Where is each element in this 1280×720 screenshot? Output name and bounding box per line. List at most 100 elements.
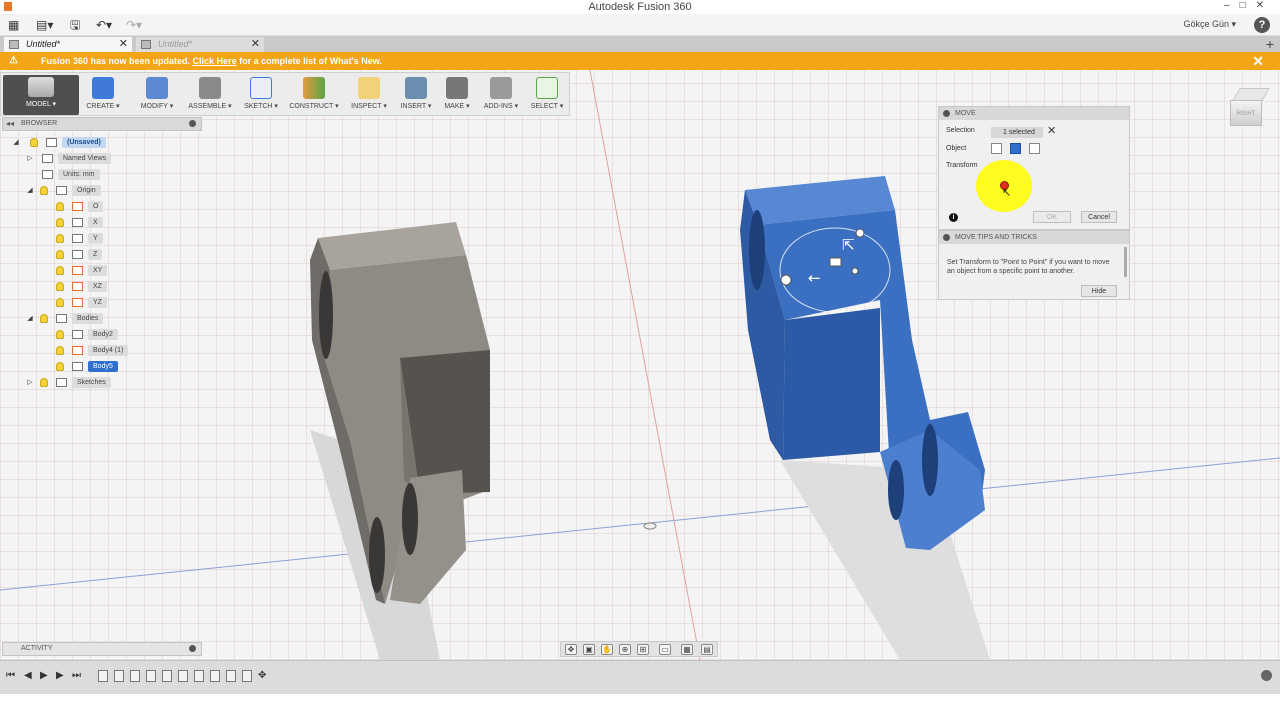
zoom-window-icon[interactable]: ⊞ <box>637 644 649 655</box>
visibility-bulb-icon[interactable] <box>56 266 64 275</box>
tree-body-item-selected[interactable]: Body5 <box>56 361 202 372</box>
expand-toggle-icon[interactable]: ▷ <box>26 377 34 388</box>
timeline-feature-icon[interactable] <box>194 670 204 682</box>
object-faces-icon[interactable] <box>1029 143 1040 154</box>
expand-toggle-icon[interactable]: ▷ <box>26 153 34 164</box>
move-dialog-header[interactable]: MOVE <box>939 107 1129 120</box>
info-icon[interactable]: i <box>949 213 958 222</box>
collapse-icon[interactable] <box>943 234 950 241</box>
user-account[interactable]: Gökçe Gün ▾ <box>1183 19 1236 30</box>
browser-panel-header[interactable]: ◂◂ BROWSER <box>2 117 202 131</box>
timeline-feature-icon[interactable] <box>114 670 124 682</box>
close-tab-icon[interactable]: ✕ <box>119 37 128 51</box>
collapse-icon[interactable] <box>943 110 950 117</box>
tips-scrollbar[interactable] <box>1124 247 1127 277</box>
tree-named-views[interactable]: ▷ Named Views <box>26 153 202 164</box>
visibility-bulb-icon[interactable] <box>56 250 64 259</box>
document-tab-active[interactable]: Untitled* ✕ <box>4 37 132 52</box>
visibility-bulb-icon[interactable] <box>56 330 64 339</box>
modify-menu[interactable]: MODIFY ▾ <box>135 75 179 115</box>
tree-sketches[interactable]: ▷ Sketches <box>26 377 202 388</box>
tree-origin-item[interactable]: Z <box>56 249 202 260</box>
tree-origin-item[interactable]: YZ <box>56 297 202 308</box>
tree-units[interactable]: Units: mm <box>26 169 202 180</box>
workspace-switcher[interactable]: MODEL ▾ <box>3 75 79 115</box>
zoom-icon[interactable]: ⊕ <box>619 644 631 655</box>
add-ins-menu[interactable]: ADD-INS ▾ <box>479 75 523 115</box>
whats-new-link[interactable]: Click Here <box>193 56 237 66</box>
grid-settings-icon[interactable]: ▦ <box>681 644 693 655</box>
document-tab-inactive[interactable]: Untitled* ✕ <box>136 37 264 52</box>
go-to-end-icon[interactable]: ⏭ <box>72 670 81 681</box>
tree-origin[interactable]: ◢ Origin <box>26 185 202 196</box>
visibility-bulb-icon[interactable] <box>56 234 64 243</box>
expand-toggle-icon[interactable]: ◢ <box>26 313 34 324</box>
visibility-bulb-icon[interactable] <box>56 202 64 211</box>
browser-options-icon[interactable] <box>189 120 196 127</box>
cancel-button[interactable]: Cancel <box>1081 211 1117 223</box>
step-forward-icon[interactable]: ▶ <box>56 670 64 681</box>
activity-options-icon[interactable] <box>189 645 196 652</box>
file-menu-icon[interactable]: ▤▾ <box>36 17 53 33</box>
timeline-feature-icon[interactable] <box>162 670 172 682</box>
step-back-icon[interactable]: ◀ <box>24 670 32 681</box>
visibility-bulb-icon[interactable] <box>56 362 64 371</box>
hide-button[interactable]: Hide <box>1081 285 1117 297</box>
undo-icon[interactable]: ↶▾ <box>96 17 112 33</box>
visibility-bulb-icon[interactable] <box>56 282 64 291</box>
tips-header[interactable]: MOVE TIPS AND TRICKS <box>939 231 1129 244</box>
visibility-bulb-icon[interactable] <box>40 378 48 387</box>
visibility-bulb-icon[interactable] <box>56 218 64 227</box>
app-grid-icon[interactable]: ▦ <box>8 17 19 33</box>
window-controls[interactable]: –□✕ <box>1224 0 1274 11</box>
select-menu[interactable]: SELECT ▾ <box>527 75 567 115</box>
construct-menu[interactable]: CONSTRUCT ▾ <box>287 75 341 115</box>
tree-origin-item[interactable]: X <box>56 217 202 228</box>
insert-menu[interactable]: INSERT ▾ <box>397 75 435 115</box>
close-tab-icon[interactable]: ✕ <box>251 37 260 51</box>
expand-toggle-icon[interactable]: ◢ <box>26 185 34 196</box>
new-tab-icon[interactable]: + <box>1266 36 1274 52</box>
orbit-icon[interactable]: ✥ <box>565 644 577 655</box>
timeline-feature-icon[interactable] <box>178 670 188 682</box>
save-icon[interactable]: 🖫 <box>70 17 80 33</box>
close-notification-icon[interactable]: ✕ <box>1252 52 1264 70</box>
make-menu[interactable]: MAKE ▾ <box>439 75 475 115</box>
grey-body[interactable] <box>310 222 490 604</box>
object-bodies-icon[interactable] <box>991 143 1002 154</box>
expand-toggle-icon[interactable]: ◢ <box>12 137 20 148</box>
tree-bodies[interactable]: ◢ Bodies <box>26 313 202 324</box>
go-to-start-icon[interactable]: ⏮ <box>6 670 15 681</box>
play-icon[interactable]: ▶ <box>40 670 48 681</box>
visibility-bulb-icon[interactable] <box>56 298 64 307</box>
clear-selection-icon[interactable]: ✕ <box>1047 124 1056 137</box>
timeline-feature-icon[interactable] <box>210 670 220 682</box>
ok-button[interactable]: OK <box>1033 211 1071 223</box>
timeline-feature-icon[interactable] <box>130 670 140 682</box>
tree-origin-item[interactable]: Y <box>56 233 202 244</box>
timeline-feature-icon[interactable] <box>146 670 156 682</box>
inspect-menu[interactable]: INSPECT ▾ <box>347 75 391 115</box>
object-components-icon[interactable] <box>1010 143 1021 154</box>
visibility-bulb-icon[interactable] <box>30 138 38 147</box>
assemble-menu[interactable]: ASSEMBLE ▾ <box>185 75 235 115</box>
display-settings-icon[interactable]: ▭ <box>659 644 671 655</box>
activity-panel-header[interactable]: ACTIVITY <box>2 642 202 656</box>
help-icon[interactable]: ? <box>1254 17 1270 33</box>
tree-root[interactable]: ◢ (Unsaved) <box>12 137 202 148</box>
collapse-browser-icon[interactable]: ◂◂ <box>6 118 14 130</box>
view-cube[interactable]: RIGHT <box>1226 88 1274 132</box>
tree-origin-item[interactable]: XZ <box>56 281 202 292</box>
look-at-icon[interactable]: ▣ <box>583 644 595 655</box>
timeline-marker-icon[interactable]: ✥ <box>258 670 266 681</box>
tree-origin-item[interactable]: XY <box>56 265 202 276</box>
visibility-bulb-icon[interactable] <box>40 314 48 323</box>
sketch-menu[interactable]: SKETCH ▾ <box>239 75 283 115</box>
timeline-settings-gear-icon[interactable] <box>1261 670 1272 681</box>
tree-body-item[interactable]: Body2 <box>56 329 202 340</box>
selection-chip[interactable]: 1 selected <box>991 127 1043 138</box>
timeline-feature-icon[interactable] <box>98 670 108 682</box>
visibility-bulb-icon[interactable] <box>40 186 48 195</box>
pan-hand-icon[interactable]: ✋ <box>601 644 613 655</box>
timeline-feature-icon[interactable] <box>242 670 252 682</box>
